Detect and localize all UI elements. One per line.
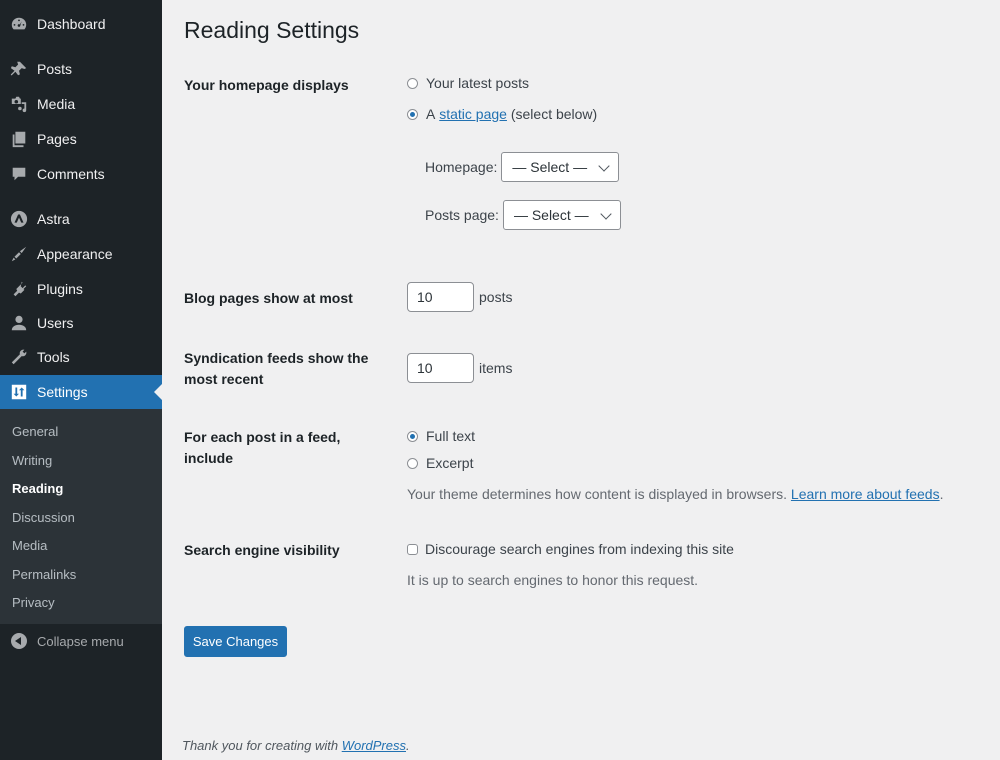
menu-label: Comments [37,166,105,182]
wordpress-link[interactable]: WordPress [342,738,406,753]
media-icon [9,94,29,114]
submenu-privacy[interactable]: Privacy [12,595,55,611]
page-title: Reading Settings [184,17,360,43]
posts-page-select-label: Posts page: [425,207,499,223]
collapse-icon [11,633,27,649]
feed-description: Your theme determines how content is dis… [407,486,943,502]
submenu-media[interactable]: Media [12,538,47,554]
settings-icon [9,382,29,402]
active-indicator [154,384,162,400]
radio-button[interactable] [407,430,418,442]
blog-pages-unit: posts [479,289,513,305]
submenu-general[interactable]: General [12,424,58,440]
menu-label: Appearance [37,246,113,262]
chevron-down-icon [600,208,612,220]
homepage-select-value: — Select — [512,159,588,175]
dashboard-icon [9,14,29,34]
syndication-label: Syndication feeds show the most recent [184,350,369,387]
menu-item-astra[interactable]: Astra [0,202,162,236]
radio-button[interactable] [407,108,418,120]
menu-item-settings[interactable]: Settings [0,375,162,409]
submenu-reading[interactable]: Reading [12,481,63,497]
homepage-select[interactable]: — Select — [501,152,620,182]
menu-item-appearance[interactable]: Appearance [0,237,162,271]
paintbrush-icon [9,244,29,264]
pin-icon [9,59,29,79]
radio-label: Full text [426,428,476,444]
radio-button[interactable] [407,457,418,469]
menu-label: Pages [37,131,77,147]
radio-button[interactable] [407,77,418,89]
homepage-select-row: Homepage: — Select — [425,152,620,182]
plug-icon [9,279,29,299]
menu-item-posts[interactable]: Posts [0,52,162,86]
syndication-input[interactable]: 10 [407,353,474,383]
radio-label: Your latest posts [426,75,529,91]
menu-label: Users [37,315,74,331]
blog-pages-label: Blog pages show at most [184,290,353,306]
wrench-icon [9,347,29,367]
menu-item-dashboard[interactable]: Dashboard [0,7,162,41]
radio-latest-posts[interactable]: Your latest posts [407,75,529,91]
footer: Thank you for creating with WordPress. [182,738,410,753]
radio-label-suffix: (select below) [510,106,598,122]
feed-include-label: For each post in a feed, include [184,429,341,466]
collapse-label: Collapse menu [37,633,124,649]
homepage-select-label: Homepage: [425,159,498,175]
feed-description-suffix: . [939,486,944,502]
menu-item-users[interactable]: Users [0,306,162,340]
menu-label: Dashboard [37,16,106,32]
radio-full-text[interactable]: Full text [407,428,475,444]
blog-pages-input[interactable]: 10 [407,282,474,312]
admin-sidebar: Dashboard Posts Media Pages Comments Ast… [0,0,162,760]
homepage-displays-label: Your homepage displays [184,77,349,93]
search-visibility-label: Search engine visibility [184,542,340,558]
posts-page-select-value: — Select — [513,207,589,223]
radio-label-prefix: A [426,106,436,122]
user-icon [9,313,29,333]
collapse-menu-button[interactable]: Collapse menu [0,624,162,658]
menu-item-tools[interactable]: Tools [0,340,162,374]
static-page-link[interactable]: static page [439,106,507,122]
menu-label: Tools [37,349,70,365]
menu-label: Plugins [37,281,83,297]
chevron-down-icon [598,160,611,172]
menu-item-plugins[interactable]: Plugins [0,272,162,306]
posts-page-select[interactable]: — Select — [502,200,621,230]
menu-label: Settings [37,384,88,400]
menu-label: Astra [37,211,70,227]
main-content: Reading Settings Your homepage displays … [162,0,1000,760]
radio-static-page[interactable]: A static page (select below) [407,106,597,122]
discourage-search-checkbox[interactable]: Discourage search engines from indexing … [407,541,734,557]
search-visibility-description: It is up to search engines to honor this… [407,572,699,588]
menu-item-media[interactable]: Media [0,87,162,121]
radio-label: Excerpt [426,455,474,471]
footer-suffix: . [406,738,410,753]
radio-excerpt[interactable]: Excerpt [407,455,473,471]
learn-more-feeds-link[interactable]: Learn more about feeds [791,486,940,502]
menu-label: Media [37,96,76,112]
menu-item-pages[interactable]: Pages [0,122,162,156]
checkbox-label: Discourage search engines from indexing … [425,541,734,557]
submenu-discussion[interactable]: Discussion [12,510,75,526]
pages-icon [9,129,29,149]
checkbox[interactable] [407,543,418,555]
posts-page-select-row: Posts page: — Select — [425,200,621,230]
astra-icon [9,209,29,229]
submenu-writing[interactable]: Writing [12,453,52,469]
menu-item-comments[interactable]: Comments [0,157,162,191]
save-changes-button[interactable]: Save Changes [184,626,287,657]
syndication-unit: items [479,360,513,376]
comment-icon [9,164,29,184]
footer-text: Thank you for creating with [182,738,339,753]
settings-submenu: General Writing Reading Discussion Media… [0,409,162,624]
menu-label: Posts [37,61,73,77]
feed-description-text: Your theme determines how content is dis… [407,486,788,502]
submenu-permalinks[interactable]: Permalinks [12,567,76,583]
